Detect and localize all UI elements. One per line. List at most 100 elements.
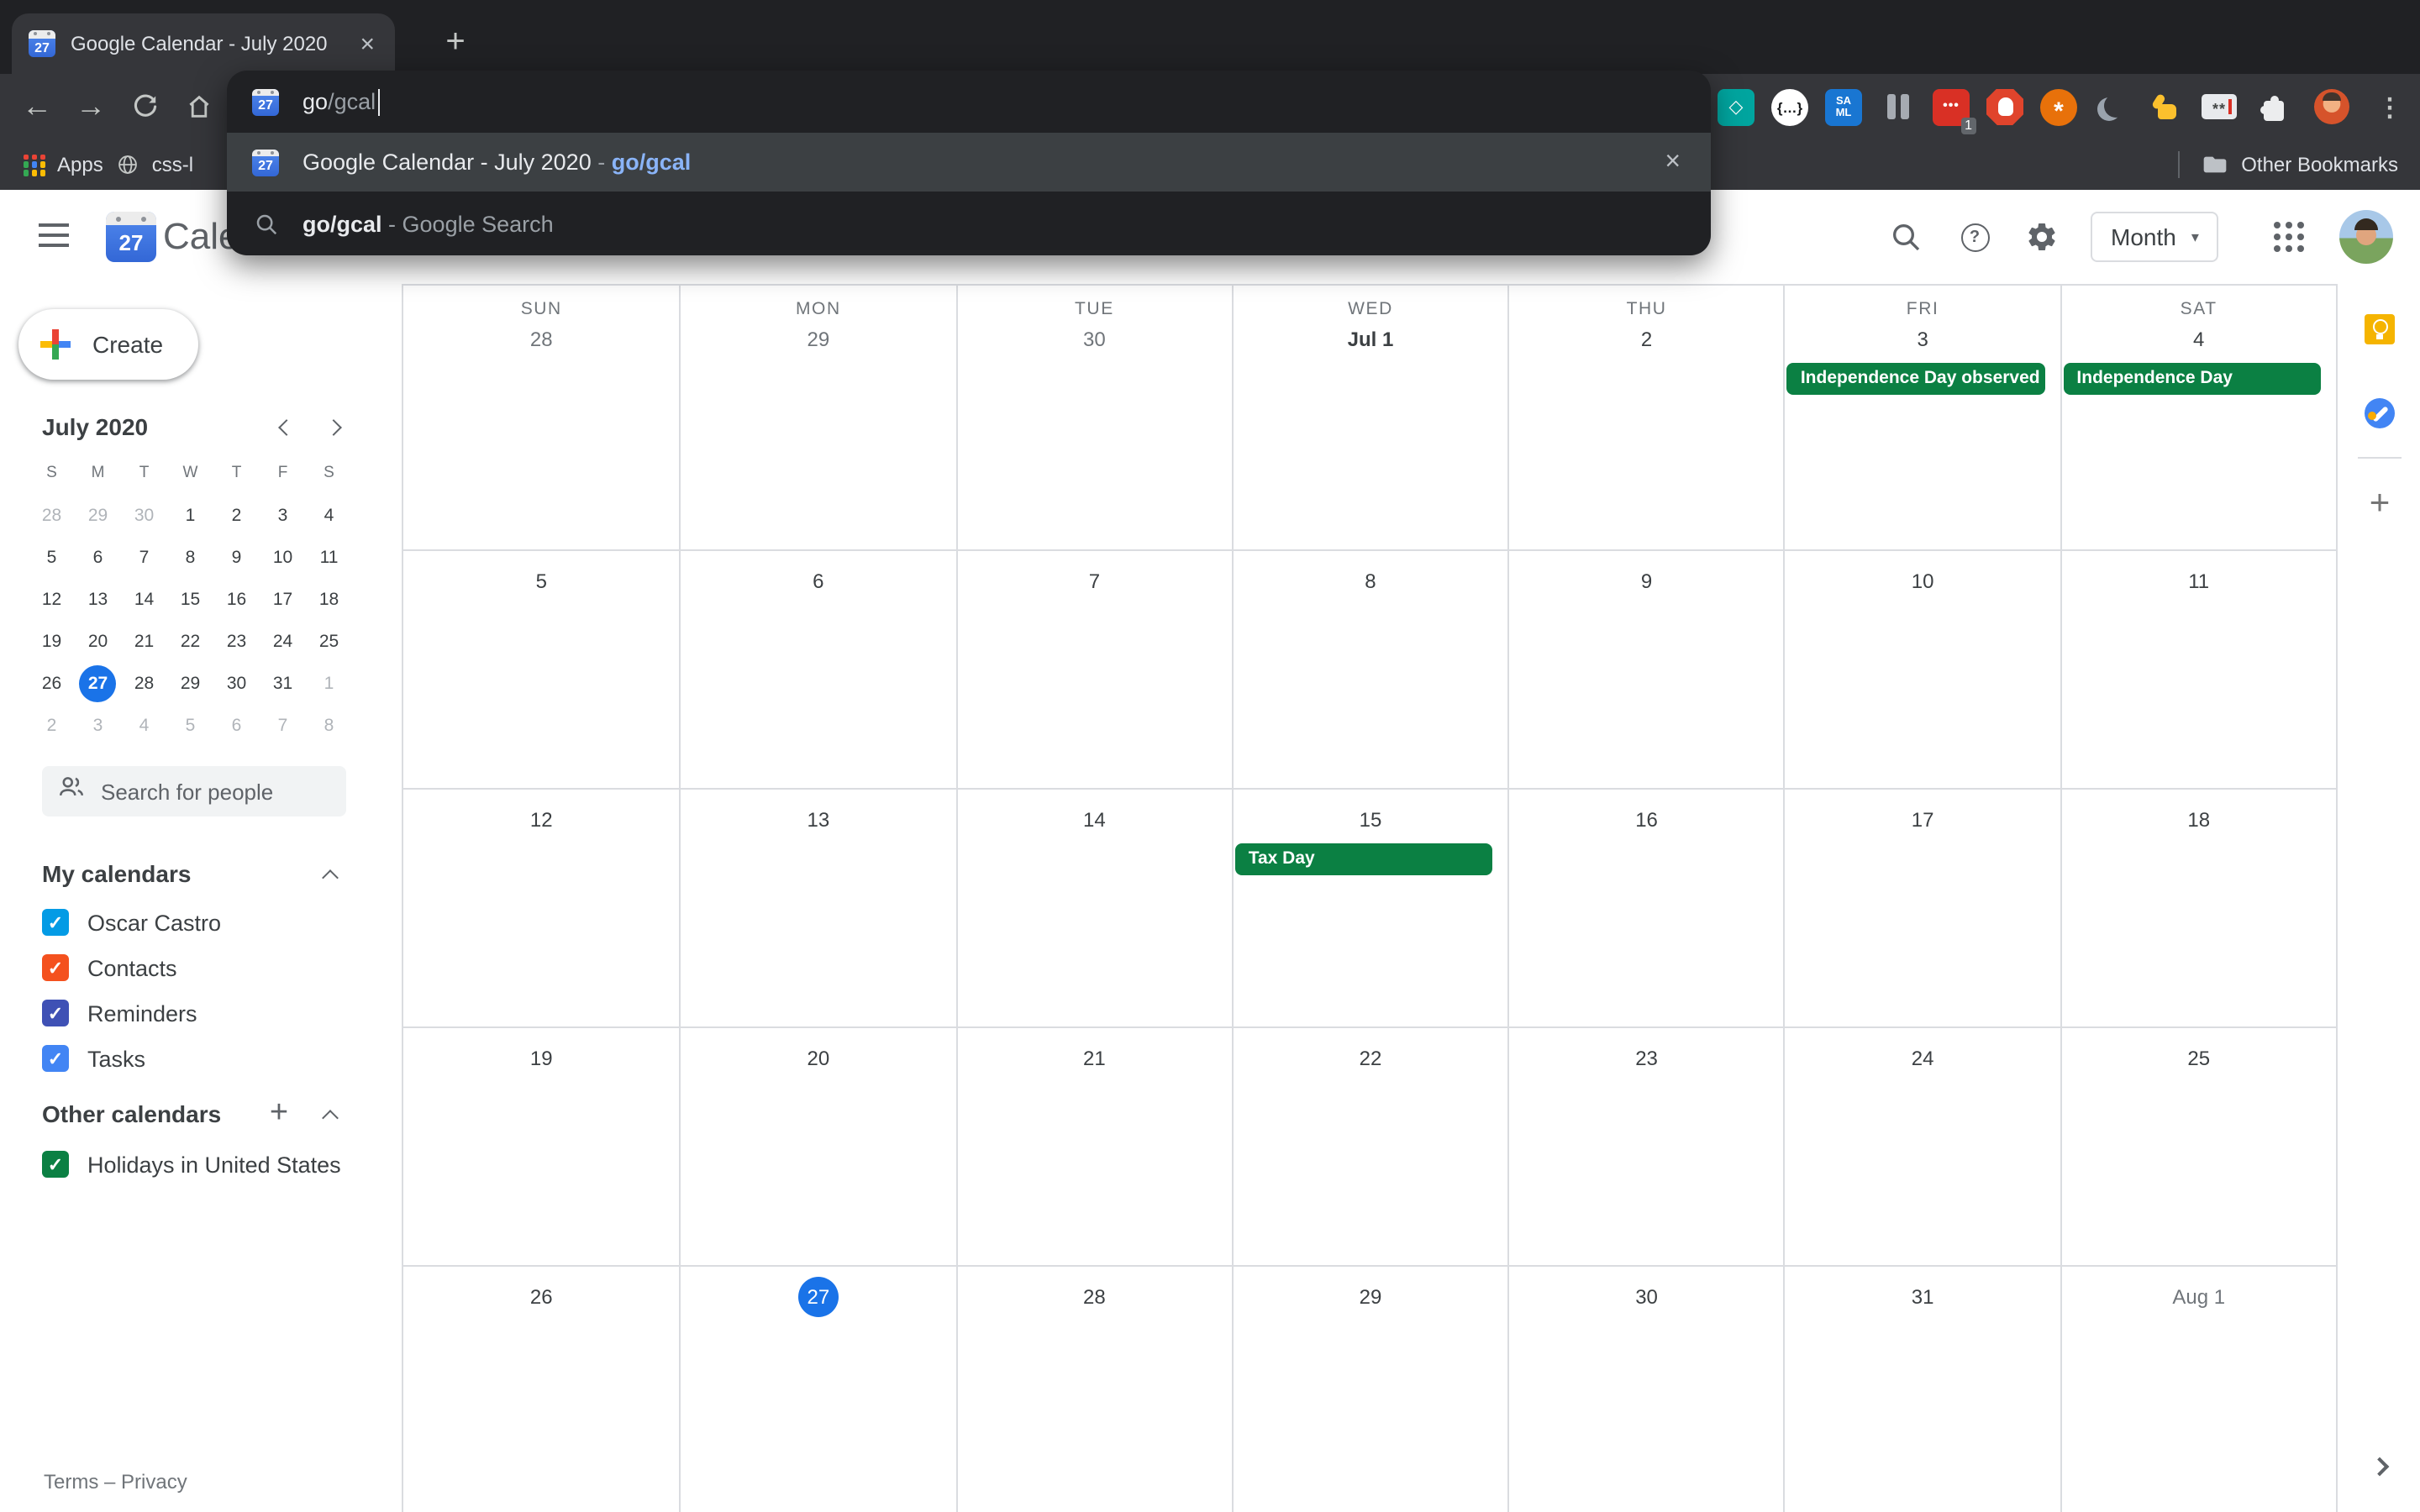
mini-day[interactable]: 24 — [273, 631, 292, 651]
event-pill[interactable]: Independence Day observed — [1787, 363, 2045, 395]
mini-day[interactable]: 10 — [273, 547, 292, 567]
date-number[interactable]: 18 — [2187, 806, 2210, 833]
mini-day[interactable]: 16 — [227, 589, 246, 609]
omnibox[interactable]: 27 go/gcal — [227, 71, 1711, 133]
extension-pause-icon[interactable] — [1879, 88, 1916, 125]
date-number[interactable]: 11 — [2188, 568, 2209, 595]
date-number[interactable]: 20 — [807, 1045, 829, 1072]
main-menu-icon[interactable] — [39, 223, 69, 254]
date-number[interactable]: 28 — [1083, 1284, 1106, 1310]
date-number[interactable]: 31 — [1912, 1284, 1934, 1310]
date-number[interactable]: 19 — [530, 1045, 553, 1072]
mini-day[interactable]: 2 — [47, 715, 57, 735]
date-cell[interactable]: 29 — [1232, 1265, 1508, 1512]
mini-day[interactable]: 7 — [139, 547, 150, 567]
mini-day[interactable]: 30 — [227, 673, 246, 693]
date-cell[interactable]: Aug 1 — [2060, 1265, 2336, 1512]
date-cell[interactable]: 12 — [403, 788, 680, 1026]
calendar-list-item[interactable]: Holidays in United States — [42, 1151, 341, 1178]
mini-day[interactable]: 17 — [273, 589, 292, 609]
date-number[interactable]: 2 — [1641, 326, 1652, 353]
mini-day[interactable]: 8 — [186, 547, 196, 567]
reload-icon[interactable] — [124, 74, 165, 139]
extension-teal-icon[interactable]: ◇ — [1718, 88, 1754, 125]
get-addons-button[interactable]: + — [2358, 482, 2402, 526]
date-cell[interactable]: FRI3Independence Day observed — [1784, 286, 2060, 549]
mini-day[interactable]: 21 — [134, 631, 154, 651]
help-icon[interactable]: ? — [1954, 217, 1995, 257]
mini-day[interactable]: 28 — [134, 673, 154, 693]
mini-day[interactable]: 3 — [93, 715, 103, 735]
date-number[interactable]: Jul 1 — [1348, 326, 1394, 353]
date-number-today[interactable]: 27 — [798, 1277, 839, 1317]
date-number[interactable]: 13 — [807, 806, 829, 833]
calendar-checkbox[interactable] — [42, 909, 69, 936]
mini-day[interactable]: 29 — [181, 673, 200, 693]
date-cell[interactable]: 21 — [955, 1026, 1232, 1265]
date-number[interactable]: 26 — [530, 1284, 553, 1310]
remove-suggestion-icon[interactable]: × — [1665, 133, 1681, 192]
forward-icon[interactable]: → — [71, 74, 111, 139]
date-number[interactable]: 22 — [1360, 1045, 1382, 1072]
mini-day[interactable]: 4 — [324, 505, 334, 525]
search-people-box[interactable] — [42, 766, 346, 816]
mini-day[interactable]: 30 — [134, 505, 154, 525]
mini-day[interactable]: 1 — [324, 673, 334, 693]
date-number[interactable]: 30 — [1635, 1284, 1658, 1310]
date-cell[interactable]: 17 — [1784, 788, 2060, 1026]
event-pill[interactable]: Tax Day — [1235, 843, 1493, 875]
date-cell[interactable]: TUE30 — [955, 286, 1232, 549]
extension-json-viewer-icon[interactable]: {…} — [1771, 88, 1808, 125]
extension-bug-icon[interactable]: * — [2040, 88, 2077, 125]
date-cell[interactable]: 11 — [2060, 549, 2336, 788]
date-number[interactable]: 10 — [1912, 568, 1934, 595]
calendar-list-item[interactable]: Tasks — [42, 1045, 221, 1072]
calendar-list-item[interactable]: Reminders — [42, 1000, 221, 1026]
date-cell[interactable]: 22 — [1232, 1026, 1508, 1265]
mini-day[interactable]: 18 — [319, 589, 339, 609]
date-cell[interactable]: SAT4Independence Day — [2060, 286, 2336, 549]
date-cell[interactable]: 15 Tax Day — [1232, 788, 1508, 1026]
date-number[interactable]: 3 — [1917, 326, 1928, 353]
date-number[interactable]: 17 — [1912, 806, 1934, 833]
date-cell[interactable]: 14 — [955, 788, 1232, 1026]
settings-gear-icon[interactable] — [2022, 217, 2062, 257]
date-cell[interactable]: 9 — [1507, 549, 1784, 788]
mini-day[interactable]: 22 — [181, 631, 200, 651]
google-keep-icon[interactable] — [2365, 314, 2395, 344]
search-icon[interactable] — [1886, 217, 1926, 257]
google-tasks-icon[interactable] — [2365, 398, 2395, 428]
mini-day[interactable]: 12 — [42, 589, 61, 609]
calendar-list-item[interactable]: Oscar Castro — [42, 909, 221, 936]
date-cell[interactable]: 7 — [955, 549, 1232, 788]
extension-saml-icon[interactable]: SA ML — [1825, 88, 1862, 125]
date-number[interactable]: 9 — [1641, 568, 1652, 595]
other-bookmarks[interactable]: Other Bookmarks — [2177, 139, 2398, 190]
date-cell[interactable]: 19 — [403, 1026, 680, 1265]
extension-thumbs-up-icon[interactable] — [2148, 88, 2185, 125]
calendar-checkbox[interactable] — [42, 1045, 69, 1072]
date-number[interactable]: 24 — [1912, 1045, 1934, 1072]
calendar-list-item[interactable]: Contacts — [42, 954, 221, 981]
date-number[interactable]: 15 — [1360, 806, 1382, 833]
calendar-checkbox[interactable] — [42, 1000, 69, 1026]
date-cell[interactable]: 18 — [2060, 788, 2336, 1026]
date-number[interactable]: 21 — [1083, 1045, 1106, 1072]
calendar-checkbox[interactable] — [42, 954, 69, 981]
view-selector-button[interactable]: Month ▾ — [2091, 212, 2219, 262]
back-icon[interactable]: ← — [17, 74, 57, 139]
extension-dark-mode-moon-icon[interactable] — [2094, 88, 2131, 125]
tab-close-icon[interactable]: × — [356, 31, 378, 56]
date-cell[interactable]: 31 — [1784, 1265, 2060, 1512]
home-icon[interactable] — [178, 74, 218, 139]
date-cell[interactable]: SUN28 — [403, 286, 680, 549]
add-other-calendars-icon[interactable]: + — [259, 1094, 299, 1134]
mini-day-today[interactable]: 27 — [80, 664, 117, 701]
other-calendars-collapse-icon[interactable] — [309, 1097, 350, 1137]
date-cell[interactable]: WEDJul 1 — [1232, 286, 1508, 549]
date-cell[interactable]: THU2 — [1507, 286, 1784, 549]
date-number[interactable]: 5 — [536, 568, 547, 595]
mini-day[interactable]: 15 — [181, 589, 200, 609]
date-cell[interactable]: 8 — [1232, 549, 1508, 788]
my-calendars-collapse-icon[interactable] — [309, 857, 350, 897]
